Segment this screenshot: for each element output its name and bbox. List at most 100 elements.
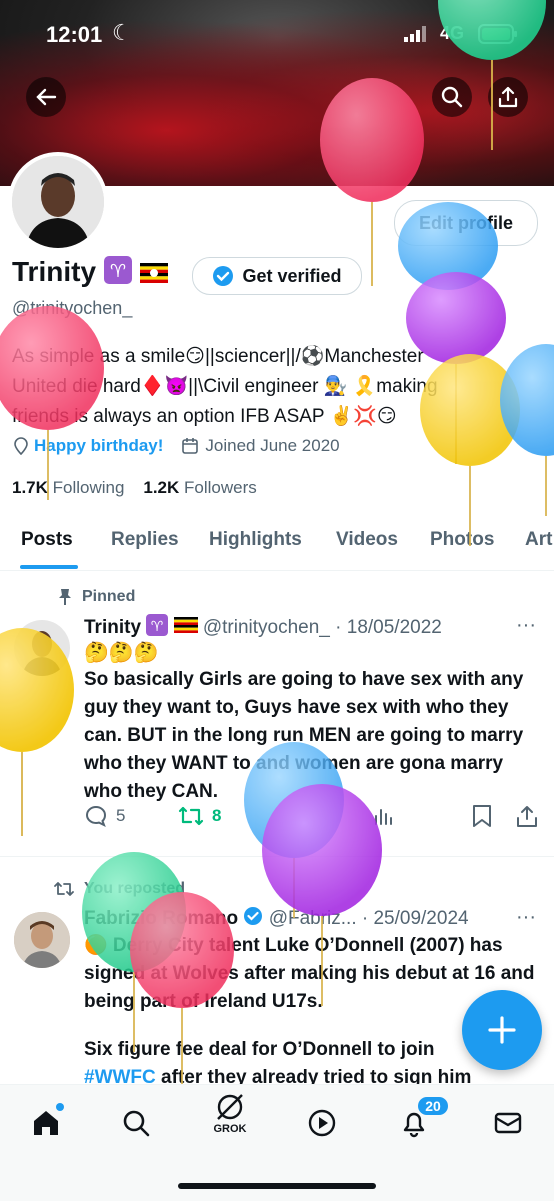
reposted-row: You reposted — [54, 880, 185, 898]
tweet-handle-date: @Fabriz... · 25/09/2024 — [268, 908, 469, 930]
bio-line: As simple as a smile😏||sciencer||/⚽Manch… — [12, 346, 424, 367]
share-icon[interactable] — [516, 804, 538, 833]
home-icon — [34, 1111, 58, 1135]
network-label: 4G — [440, 23, 465, 43]
pinned-row: Pinned — [58, 588, 135, 606]
home-indicator — [178, 1183, 376, 1189]
followers-label: Followers — [184, 478, 257, 497]
followers-count: 1.2K — [143, 478, 180, 497]
profile-bio: As simple as a smile😏||sciencer||/⚽Manch… — [12, 342, 542, 432]
aries-emoji-icon: ♈ — [103, 256, 132, 291]
tweet-emojis: 🤔🤔🤔 — [84, 642, 159, 664]
edit-profile-button[interactable]: Edit profile — [394, 200, 538, 246]
reply-icon — [86, 805, 106, 827]
arrow-left-icon — [36, 88, 57, 106]
get-verified-label: Get verified — [242, 265, 342, 286]
calendar-icon — [182, 438, 199, 454]
pinned-label: Pinned — [82, 588, 136, 605]
profile-name: Trinity ♈ — [12, 256, 168, 291]
following-count: 1.7K — [12, 478, 48, 497]
avatar-image — [14, 912, 70, 968]
play-icon — [308, 1109, 336, 1137]
more-options-icon[interactable]: ··· — [516, 614, 536, 637]
active-tab-indicator — [20, 565, 78, 569]
tab-photos[interactable]: Photos — [430, 529, 494, 551]
search-icon — [123, 1110, 150, 1137]
bio-line: friends is always an option IFB ASAP ✌️💢… — [12, 406, 397, 427]
status-time: 12:01 — [46, 22, 103, 47]
tab-posts[interactable]: Posts — [21, 529, 73, 551]
tweet-author-name[interactable]: Trinity — [84, 617, 141, 638]
compose-post-button[interactable] — [462, 990, 542, 1070]
tweet-avatar[interactable] — [14, 912, 70, 968]
following-link[interactable]: 1.7K Following — [12, 478, 124, 497]
bookmark-icon[interactable] — [472, 804, 492, 833]
notifications-badge: 20 — [416, 1095, 450, 1117]
follow-counts: 1.7K Following 1.2K Followers — [12, 478, 257, 498]
more-options-icon[interactable]: ··· — [516, 906, 536, 929]
get-verified-button[interactable]: Get verified — [192, 257, 362, 295]
profile-avatar[interactable] — [8, 152, 108, 252]
uganda-flag-icon — [173, 617, 198, 639]
back-button[interactable] — [26, 77, 66, 117]
reposted-label: You reposted — [84, 880, 186, 897]
mail-icon — [494, 1112, 522, 1134]
repost-count: 8 — [212, 806, 222, 825]
tab-replies[interactable]: Replies — [111, 529, 179, 551]
plus-icon — [488, 1016, 516, 1044]
avatar-image — [12, 156, 104, 248]
nav-notifications-button[interactable]: 20 — [392, 1095, 450, 1145]
tweet-text: So basically Girls are going to have sex… — [84, 669, 524, 802]
tab-articles[interactable]: Art — [525, 529, 552, 551]
nav-messages-button[interactable] — [486, 1101, 530, 1145]
nav-home-button[interactable] — [24, 1101, 68, 1145]
tab-videos[interactable]: Videos — [336, 529, 398, 551]
tweet-avatar[interactable] — [14, 620, 70, 676]
profile-meta: Happy birthday! Joined June 2020 — [12, 436, 340, 456]
nav-video-button[interactable] — [300, 1101, 344, 1145]
unread-dot — [56, 1103, 64, 1111]
verified-badge-icon — [243, 906, 263, 932]
tweet-header: Trinity ♈ @trinityochen_ · 18/05/2022 — [84, 614, 442, 642]
search-icon — [441, 86, 463, 108]
profile-handle: @trinityochen_ — [12, 298, 133, 318]
status-bar: 12:01 ☾ 4G — [0, 18, 554, 58]
profile-tabs: Posts Replies Highlights Videos Photos A… — [0, 520, 554, 571]
svg-text:♈: ♈ — [151, 619, 164, 635]
share-icon — [498, 86, 518, 108]
share-button[interactable] — [488, 77, 528, 117]
pin-icon — [59, 589, 71, 605]
moon-icon: ☾ — [112, 20, 132, 45]
tweet-header: Fabrizio Romano @Fabriz... · 25/09/2024 — [84, 906, 469, 932]
nav-search-button[interactable] — [114, 1101, 158, 1145]
following-label: Following — [52, 478, 125, 497]
bio-line: United die hard♦️👿||\Civil engineer 👨‍🔧 … — [12, 376, 438, 397]
avatar-image — [22, 631, 62, 676]
verified-badge-icon — [213, 266, 234, 286]
aries-emoji-icon: ♈ — [146, 614, 169, 642]
repost-icon — [54, 882, 74, 896]
grok-label: GROK — [213, 1123, 247, 1135]
tweet-handle-date: @trinityochen_ · 18/05/2022 — [202, 617, 442, 639]
tab-highlights[interactable]: Highlights — [209, 529, 302, 551]
search-button[interactable] — [432, 77, 472, 117]
battery-icon — [478, 24, 518, 49]
birthday-item[interactable]: Happy birthday! — [12, 436, 163, 456]
followers-link[interactable]: 1.2K Followers — [143, 478, 256, 497]
birthday-link[interactable]: Happy birthday! — [34, 436, 163, 456]
profile-name-text: Trinity — [12, 256, 97, 287]
svg-text:♈: ♈ — [110, 261, 126, 282]
repost-button[interactable]: 8 — [178, 804, 221, 828]
joined-date: Joined June 2020 — [205, 436, 340, 455]
location-pin-icon — [14, 437, 28, 455]
joined-item: Joined June 2020 — [181, 436, 340, 456]
reply-button[interactable]: 5 — [84, 804, 125, 828]
repost-icon — [178, 806, 204, 826]
uganda-flag-icon — [139, 258, 168, 290]
nav-grok-button[interactable]: GROK — [208, 1091, 252, 1135]
tweet-author-name[interactable]: Fabrizio Romano — [84, 908, 238, 929]
views-icon[interactable] — [372, 804, 396, 833]
signal-icon — [404, 26, 428, 47]
divider — [0, 856, 554, 857]
grok-icon — [217, 1094, 243, 1120]
